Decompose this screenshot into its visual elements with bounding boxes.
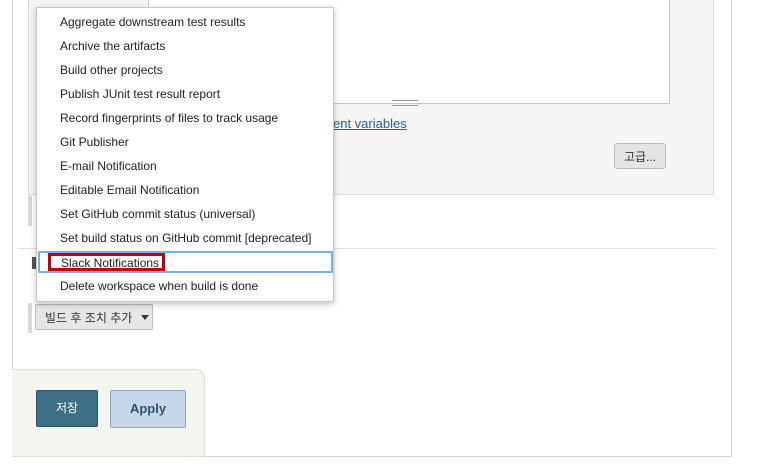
resize-grip-icon[interactable] bbox=[392, 100, 418, 106]
menu-item-set-github-commit-status[interactable]: Set GitHub commit status (universal) bbox=[37, 202, 333, 226]
menu-item-email-notification[interactable]: E-mail Notification bbox=[37, 154, 333, 178]
menu-item-set-build-status-github-deprecated[interactable]: Set build status on GitHub commit [depre… bbox=[37, 226, 333, 250]
post-build-action-menu: Aggregate downstream test results Archiv… bbox=[36, 7, 334, 302]
save-button[interactable]: 저장 bbox=[36, 390, 98, 427]
apply-button[interactable]: Apply bbox=[110, 390, 186, 428]
post-build-button-label: 빌드 후 조치 추가 bbox=[45, 310, 133, 325]
menu-item-archive-the-artifacts[interactable]: Archive the artifacts bbox=[37, 34, 333, 58]
menu-item-slack-notifications[interactable]: Slack Notifications bbox=[38, 251, 333, 273]
advanced-button[interactable]: 고급... bbox=[614, 143, 666, 169]
menu-item-delete-workspace[interactable]: Delete workspace when build is done bbox=[37, 274, 333, 298]
environment-variables-link[interactable]: ent variables bbox=[333, 116, 407, 131]
add-post-build-action-button[interactable]: 빌드 후 조치 추가 bbox=[35, 304, 153, 330]
menu-item-publish-junit-report[interactable]: Publish JUnit test result report bbox=[37, 82, 333, 106]
menu-item-aggregate-downstream-test-results[interactable]: Aggregate downstream test results bbox=[37, 10, 333, 34]
menu-item-editable-email-notification[interactable]: Editable Email Notification bbox=[37, 178, 333, 202]
section-left-bar bbox=[28, 196, 32, 226]
menu-item-record-fingerprints[interactable]: Record fingerprints of files to track us… bbox=[37, 106, 333, 130]
menu-item-build-other-projects[interactable]: Build other projects bbox=[37, 58, 333, 82]
menu-item-git-publisher[interactable]: Git Publisher bbox=[37, 130, 333, 154]
caret-down-icon bbox=[141, 314, 150, 320]
section-left-bar-lower bbox=[28, 303, 32, 333]
